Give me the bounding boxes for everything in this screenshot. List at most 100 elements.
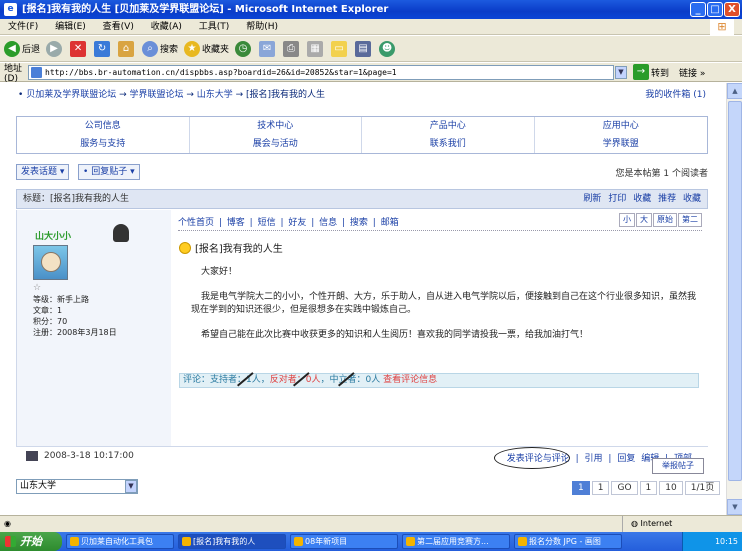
quote-link[interactable]: 引用 xyxy=(585,454,603,464)
research-button[interactable]: ▤ xyxy=(355,40,373,57)
page-content: • 贝加莱及学界联盟论坛 → 学界联盟论坛 → 山东大学 → [报名]我有我的人… xyxy=(0,83,726,515)
menu-file[interactable]: 文件(F) xyxy=(8,22,38,32)
nav-events[interactable]: 展会与活动 xyxy=(190,135,362,153)
menu-view[interactable]: 查看(V) xyxy=(103,22,134,32)
chevron-down-icon: ▾ xyxy=(59,167,65,177)
reply-button[interactable]: • 回复贴子 ▾ xyxy=(78,164,140,180)
window-title: [报名]我有我的人生 [贝加莱及学界联盟论坛] - Microsoft Inte… xyxy=(22,4,389,15)
inbox-link[interactable]: 我的收件箱 (1) xyxy=(645,87,706,100)
page-first[interactable]: 1 xyxy=(639,481,658,495)
post-title: [报名]我有我的人生 xyxy=(195,244,283,255)
reply-link[interactable]: 回复 xyxy=(617,454,635,464)
font-reset-button[interactable]: 原始 xyxy=(653,213,677,227)
online-info: 您是本帖第 1 个阅读者 xyxy=(615,169,708,179)
nav-service[interactable]: 服务与支持 xyxy=(17,135,190,153)
search-button[interactable]: ⌕ 搜索 xyxy=(142,40,178,57)
rating-bar: 评论：支持者：1人，反对者：0人，中立者：0人 查看评论信息 xyxy=(179,373,699,388)
font-size-controls: 小 大 原始 第二 xyxy=(618,213,702,227)
support-link[interactable]: 支持者：1人 xyxy=(210,375,261,385)
scroll-down-icon[interactable]: ▼ xyxy=(727,499,742,515)
author-name[interactable]: 山大小小 xyxy=(35,229,71,242)
task-button[interactable]: 08年新项目 xyxy=(290,534,398,549)
tab-homepage[interactable]: 个性首页 xyxy=(178,218,214,228)
refresh-button[interactable]: ↻ xyxy=(94,40,112,57)
maximize-button[interactable]: □ xyxy=(707,2,723,17)
post-time-row: 2008-3-18 10:17:00 xyxy=(26,451,134,461)
discuss-button[interactable]: ▭ xyxy=(331,40,349,57)
font-large-button[interactable]: 大 xyxy=(636,213,652,227)
stop-icon: ✕ xyxy=(70,40,87,57)
page-size[interactable]: 10 xyxy=(659,481,683,495)
favorites-button[interactable]: ★ 收藏夹 xyxy=(184,40,229,57)
nav-academic[interactable]: 学界联盟 xyxy=(535,135,708,153)
font-small-button[interactable]: 小 xyxy=(619,213,635,227)
vertical-scrollbar[interactable]: ▲ ▼ xyxy=(726,83,742,515)
tool-refresh[interactable]: 刷新 xyxy=(583,194,601,204)
neutral-link[interactable]: 中立者：0人 xyxy=(330,375,381,385)
avatar-face xyxy=(41,252,61,272)
nav-company[interactable]: 公司信息 xyxy=(17,117,190,135)
forward-arrow-icon: ▶ xyxy=(46,40,63,57)
links-button[interactable]: 链接 » xyxy=(679,66,705,79)
task-button[interactable]: 第二届应用竞赛方... xyxy=(402,534,510,549)
font-alt-button[interactable]: 第二 xyxy=(678,213,702,227)
tab-blog[interactable]: 博客 xyxy=(227,218,245,228)
pager: 1 1 GO 1 10 1/1页 xyxy=(570,481,721,495)
start-button[interactable]: 开始 xyxy=(0,532,62,551)
menu-tools[interactable]: 工具(T) xyxy=(199,22,230,32)
tool-print[interactable]: 打印 xyxy=(608,194,626,204)
menu-help[interactable]: 帮助(H) xyxy=(246,22,278,32)
minimize-button[interactable]: _ xyxy=(690,2,706,17)
nav-tech[interactable]: 技术中心 xyxy=(190,117,362,135)
topic-header: 标题：[报名]我有我的人生 刷新 打印 收藏 推荐 收藏 xyxy=(16,189,708,209)
view-ratings-link[interactable]: 查看评论信息 xyxy=(383,375,437,385)
go-button[interactable]: → 转到 xyxy=(633,64,669,80)
task-button[interactable]: 贝加莱自动化工具包 xyxy=(66,534,174,549)
clock: 10:15 xyxy=(714,537,738,546)
messenger-icon: ☻ xyxy=(379,40,396,57)
divider xyxy=(178,230,702,231)
new-post-button[interactable]: 发表话题 ▾ xyxy=(16,164,70,180)
page-current[interactable]: 1 xyxy=(572,481,590,495)
post-title-row: [报名]我有我的人生 xyxy=(179,240,283,255)
scroll-up-icon[interactable]: ▲ xyxy=(727,83,742,99)
edit-button[interactable]: ▦ xyxy=(307,40,325,57)
address-dropdown-icon[interactable]: ▼ xyxy=(615,65,627,79)
forward-button[interactable]: ▶ xyxy=(46,40,64,57)
tab-friends[interactable]: 好友 xyxy=(288,218,306,228)
home-button[interactable]: ⌂ xyxy=(118,40,136,57)
back-label: 后退 xyxy=(22,45,41,55)
task-button[interactable]: [报名]我有我的人 xyxy=(178,534,286,549)
tool-collect[interactable]: 收藏 xyxy=(633,194,651,204)
forum-jump-select[interactable]: 山东大学 ▼ xyxy=(16,479,138,494)
nav-applications[interactable]: 应用中心 xyxy=(535,117,708,135)
new-post-label: 发表话题 xyxy=(21,167,58,177)
breadcrumb-board[interactable]: 学界联盟论坛 xyxy=(129,90,183,100)
page-icon xyxy=(31,66,42,78)
address-input[interactable]: http://bbs.br-automation.cn/dispbbs.asp?… xyxy=(28,64,614,80)
nav-contact[interactable]: 联系我们 xyxy=(362,135,535,153)
menu-favorites[interactable]: 收藏(A) xyxy=(151,22,182,32)
back-button[interactable]: ◀ 后退 xyxy=(4,40,41,57)
tab-search[interactable]: 搜索 xyxy=(350,218,368,228)
task-button[interactable]: 报名分数 JPG - 画图 xyxy=(514,534,622,549)
tab-message[interactable]: 短信 xyxy=(258,218,276,228)
tab-email[interactable]: 邮箱 xyxy=(381,218,399,228)
nav-products[interactable]: 产品中心 xyxy=(362,117,535,135)
scroll-thumb[interactable] xyxy=(728,101,742,481)
breadcrumb-school[interactable]: 山东大学 xyxy=(197,90,233,100)
tab-info[interactable]: 信息 xyxy=(319,218,337,228)
messenger-button[interactable]: ☻ xyxy=(379,40,397,57)
breadcrumb-forum[interactable]: 贝加莱及学界联盟论坛 xyxy=(26,90,116,100)
menu-edit[interactable]: 编辑(E) xyxy=(55,22,86,32)
close-button[interactable]: X xyxy=(724,2,740,17)
tool-recommend[interactable]: 推荐 xyxy=(658,194,676,204)
author-panel: 山大小小 ☆ 等级：新手上路 文章：1 积分：70 注册：2008年3月18日 xyxy=(16,210,171,446)
page-input[interactable]: 1 xyxy=(591,481,610,495)
mail-button[interactable]: ✉ xyxy=(259,40,277,57)
tool-favorite[interactable]: 收藏 xyxy=(683,194,701,204)
stop-button[interactable]: ✕ xyxy=(70,40,88,57)
history-button[interactable]: ◷ xyxy=(235,40,253,57)
page-go-button[interactable]: GO xyxy=(611,481,638,495)
print-button[interactable]: ⎙ xyxy=(283,40,301,57)
